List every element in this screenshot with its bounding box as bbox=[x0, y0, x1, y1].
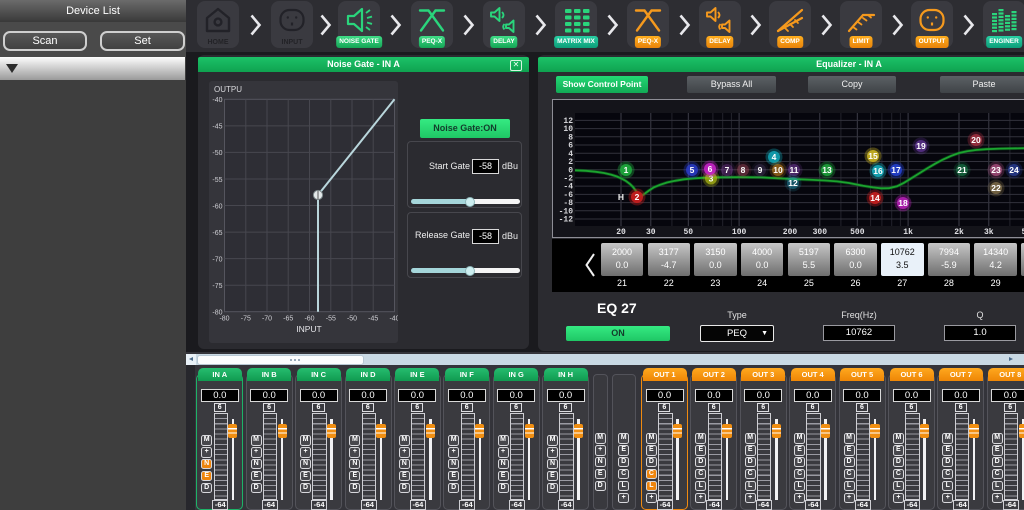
svg-text:-80: -80 bbox=[219, 316, 229, 323]
svg-text:8: 8 bbox=[568, 133, 573, 142]
svg-text:8: 8 bbox=[741, 165, 746, 175]
svg-text:11: 11 bbox=[790, 165, 799, 175]
svg-text:-65: -65 bbox=[212, 230, 222, 237]
svg-text:18: 18 bbox=[898, 198, 908, 208]
svg-text:23: 23 bbox=[991, 165, 1001, 175]
svg-text:3k: 3k bbox=[984, 228, 994, 237]
svg-text:4: 4 bbox=[568, 150, 573, 159]
svg-text:17: 17 bbox=[891, 165, 901, 175]
svg-text:-40: -40 bbox=[212, 97, 222, 104]
svg-text:300: 300 bbox=[813, 228, 828, 237]
svg-text:15: 15 bbox=[868, 151, 878, 161]
svg-text:20: 20 bbox=[616, 228, 626, 237]
svg-text:30: 30 bbox=[646, 228, 656, 237]
svg-text:22: 22 bbox=[991, 183, 1001, 193]
svg-text:10: 10 bbox=[773, 165, 783, 175]
svg-text:-75: -75 bbox=[241, 316, 251, 323]
svg-text:12: 12 bbox=[563, 117, 573, 126]
svg-text:-50: -50 bbox=[347, 316, 357, 323]
svg-text:INPUT: INPUT bbox=[296, 324, 322, 334]
svg-text:500: 500 bbox=[850, 228, 865, 237]
svg-text:4: 4 bbox=[772, 152, 777, 162]
svg-text:21: 21 bbox=[957, 165, 967, 175]
svg-text:20: 20 bbox=[971, 135, 981, 145]
svg-text:-75: -75 bbox=[212, 283, 222, 290]
svg-text:-50: -50 bbox=[212, 150, 222, 157]
svg-text:-60: -60 bbox=[212, 203, 222, 210]
svg-text:-12: -12 bbox=[559, 216, 574, 225]
svg-text:200: 200 bbox=[783, 228, 798, 237]
svg-text:16: 16 bbox=[873, 166, 883, 176]
svg-text:-70: -70 bbox=[262, 316, 272, 323]
svg-text:100: 100 bbox=[732, 228, 747, 237]
svg-text:13: 13 bbox=[822, 165, 832, 175]
svg-text:-2: -2 bbox=[563, 175, 573, 184]
svg-text:10: 10 bbox=[563, 125, 573, 134]
svg-text:24: 24 bbox=[1009, 165, 1019, 175]
svg-text:5: 5 bbox=[690, 165, 695, 175]
svg-text:-65: -65 bbox=[283, 316, 293, 323]
svg-text:7: 7 bbox=[725, 165, 730, 175]
svg-text:-10: -10 bbox=[559, 207, 574, 216]
svg-text:-55: -55 bbox=[212, 177, 222, 184]
svg-text:2k: 2k bbox=[954, 228, 964, 237]
svg-text:50: 50 bbox=[683, 228, 693, 237]
svg-text:1: 1 bbox=[624, 165, 629, 175]
svg-text:6: 6 bbox=[568, 142, 573, 151]
svg-text:6: 6 bbox=[708, 164, 713, 174]
svg-text:OUTPU: OUTPU bbox=[214, 85, 242, 94]
svg-text:-40: -40 bbox=[389, 316, 398, 323]
svg-text:14: 14 bbox=[870, 193, 880, 203]
svg-text:12: 12 bbox=[788, 178, 798, 188]
svg-text:-45: -45 bbox=[368, 316, 378, 323]
svg-text:-55: -55 bbox=[326, 316, 336, 323]
svg-text:-45: -45 bbox=[212, 124, 222, 131]
svg-text:-8: -8 bbox=[563, 199, 573, 208]
svg-text:9: 9 bbox=[758, 165, 763, 175]
svg-text:-60: -60 bbox=[304, 316, 314, 323]
svg-text:-70: -70 bbox=[212, 256, 222, 263]
svg-text:1k: 1k bbox=[903, 228, 913, 237]
svg-text:-6: -6 bbox=[563, 191, 573, 200]
svg-text:2: 2 bbox=[568, 158, 573, 167]
svg-text:2: 2 bbox=[635, 192, 640, 202]
svg-text:19: 19 bbox=[916, 141, 926, 151]
svg-text:-4: -4 bbox=[563, 183, 573, 192]
svg-text:H: H bbox=[618, 192, 624, 202]
svg-text:0: 0 bbox=[568, 166, 573, 175]
